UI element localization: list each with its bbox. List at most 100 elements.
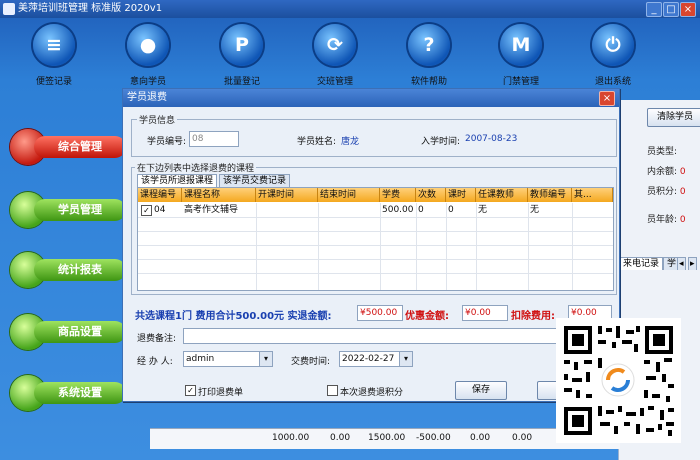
sidebar-nav: 综合管理 学员管理 统计报表 商品设置 系统设置 [0,115,135,415]
refund-amount-field[interactable]: ¥500.00 [357,305,403,321]
dialog-close-button[interactable]: × [599,91,615,106]
toolbar-prospect-button[interactable]: ● 意向学员 [108,24,188,88]
table-cell: 无 [530,205,540,215]
sidebar-item-settings[interactable]: 系统设置 [10,375,130,411]
tab-scroll-left-icon[interactable]: ◂ [677,257,686,270]
student-name-value: 唐龙 [341,137,360,147]
table-cell: 04 [154,205,166,215]
refund-points-checkbox[interactable] [327,385,338,396]
power-icon: ⏻ [592,24,634,66]
row-checkbox[interactable]: ✓ [141,205,152,216]
student-icon: ● [127,24,169,66]
operator-label: 经 办 人: [137,357,173,367]
qr-code-image [556,318,681,443]
student-points-line: 员积分: 0 [647,187,686,197]
toolbar-label: 批量登记 [223,77,260,87]
sync-icon: ⟳ [314,24,356,66]
total-cell: 1000.00 [272,433,310,443]
table-cell [256,203,318,217]
column-header: 其... [572,188,613,202]
app-window: 美萍培训班管理 标准版 2020v1 _ □ × ≡ 便签记录 ● 意向学员 P… [0,0,700,460]
table-header: 课程编号 课程名称 开课时间 结束时间 学费 次数 课时 任课教师 教师编号 其… [138,188,613,202]
print-receipt-checkbox[interactable]: ✓ [185,385,196,396]
grid-line [138,245,613,246]
toolbar-batch-button[interactable]: P 批量登记 [202,24,282,88]
column-header: 教师编号 [528,188,572,202]
m-icon: M [500,24,542,66]
table-cell: 高考作文辅导 [184,205,239,215]
table-cell [318,203,380,217]
tab-payment-records[interactable]: 该学员交费记录 [219,174,291,187]
summary-text: 共选课程1门 费用合计500.00元 实退金额: [135,311,332,322]
student-id-label: 学员编号: [147,137,187,147]
right-tabs: 来电记录 学 ◂ ▸ [619,257,700,271]
sidebar-item-products[interactable]: 商品设置 [10,314,130,350]
enroll-time-value: 2007-08-23 [465,134,518,144]
toolbar-label: 意向学员 [129,77,166,87]
print-receipt-label: 打印退费单 [198,388,244,398]
deduct-label: 扣除费用: [511,311,555,322]
total-cell: 0.00 [512,433,533,443]
student-info-legend: 学员信息 [137,113,178,126]
close-button[interactable]: × [680,2,696,17]
column-header: 结束时间 [318,188,380,202]
sidebar-item-students[interactable]: 学员管理 [10,192,130,228]
table-cell: 无 [478,205,488,215]
tab-refund-courses[interactable]: 该学员所退报课程 [137,174,218,187]
refund-points-label: 本次退费退积分 [340,388,404,398]
column-header: 课程编号 [138,188,182,202]
sidebar-item-label: 系统设置 [34,382,126,404]
sidebar-item-overview[interactable]: 综合管理 [10,129,130,165]
sidebar-item-reports[interactable]: 统计报表 [10,252,130,288]
main-toolbar: ≡ 便签记录 ● 意向学员 P 批量登记 ⟳ 交班管理 ? 软件帮助 M 门禁管… [0,18,700,88]
dialog-title: 学员退费 [127,92,167,103]
sidebar-item-label: 商品设置 [34,321,126,343]
tab-scroll-right-icon[interactable]: ▸ [688,257,697,270]
discount-field[interactable]: ¥0.00 [462,305,508,321]
table-cell [572,203,613,217]
sidebar-item-label: 综合管理 [34,136,126,158]
save-button[interactable]: 保存 [455,381,507,400]
toolbar-help-button[interactable]: ? 软件帮助 [389,24,469,88]
toolbar-access-button[interactable]: M 门禁管理 [481,24,561,88]
trade-time-label: 交费时间: [291,357,331,367]
student-name-label: 学员姓名: [297,137,337,147]
student-id-field[interactable]: 08 [189,131,239,147]
tab-call-records[interactable]: 来电记录 [619,257,664,270]
course-legend: 在下边列表中选择退费的课程 [135,161,257,174]
student-type-line: 员类型: [647,147,678,157]
grid-line [138,231,613,232]
discount-label: 优惠金额: [405,311,449,322]
table-cell: 0 [418,205,424,215]
chevron-down-icon[interactable]: ▾ [259,352,272,366]
trade-date-picker[interactable]: 2022-02-27 ▾ [339,351,413,367]
column-header: 开课时间 [256,188,318,202]
operator-select[interactable]: admin ▾ [183,351,273,367]
card-balance-line: 内余额: 0 [647,167,686,177]
p-icon: P [221,24,263,66]
clear-student-button[interactable]: 清除学员 [647,108,700,127]
refund-summary: 共选课程1门 费用合计500.00元 实退金额: ¥500.00 优惠金额: ¥… [135,305,615,322]
column-header: 学费 [380,188,416,202]
minimize-button[interactable]: _ [646,2,662,17]
table-cell: 0 [448,205,454,215]
toolbar-label: 退出系统 [594,77,631,87]
toolbar-exit-button[interactable]: ⏻ 退出系统 [573,24,653,88]
grid-line [138,217,613,218]
window-title: 美萍培训班管理 标准版 2020v1 [18,3,163,14]
toolbar-note-button[interactable]: ≡ 便签记录 [14,24,94,88]
sidebar-item-label: 统计报表 [34,259,126,281]
remark-input[interactable] [183,328,615,344]
sidebar-item-label: 学员管理 [34,199,126,221]
toolbar-shift-button[interactable]: ⟳ 交班管理 [295,24,375,88]
window-titlebar: 美萍培训班管理 标准版 2020v1 _ □ × [0,0,700,18]
total-cell: -500.00 [416,433,451,443]
toolbar-label: 门禁管理 [502,77,539,87]
chevron-down-icon[interactable]: ▾ [399,352,412,366]
grid-line [138,273,613,274]
note-icon: ≡ [33,24,75,66]
maximize-button[interactable]: □ [663,2,679,17]
help-icon: ? [408,24,450,66]
column-header: 任课教师 [476,188,528,202]
table-row[interactable]: ✓ 04 高考作文辅导 500.00 0 0 无 无 [138,203,613,217]
